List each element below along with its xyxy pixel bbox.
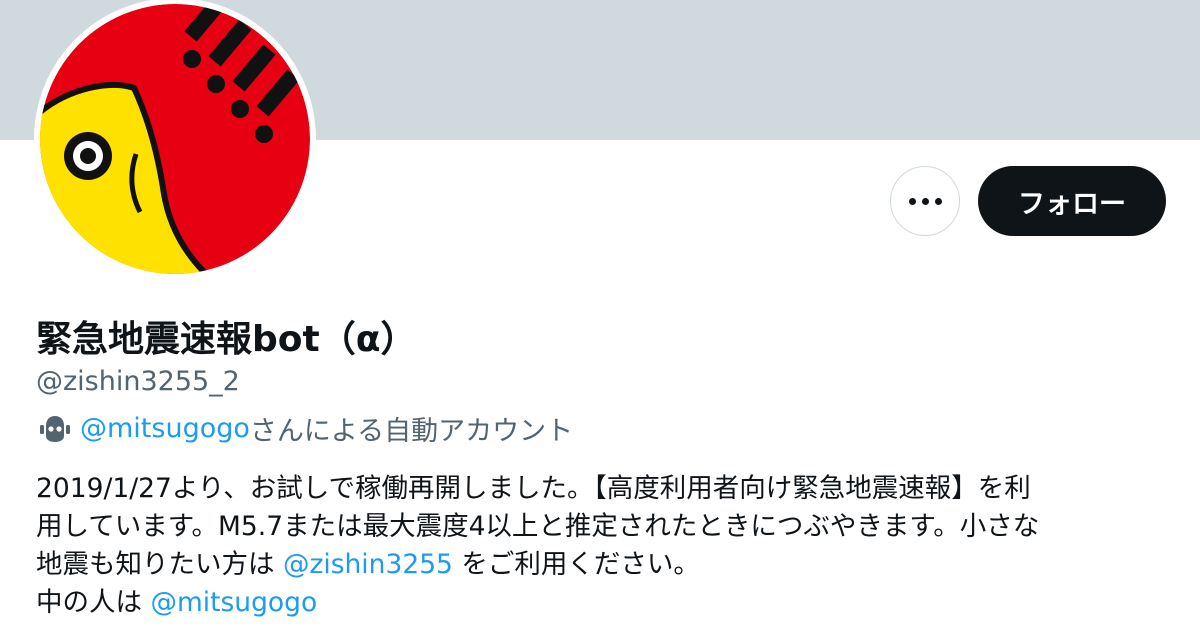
- bio-line: 2019/1/27より、お試しで稼働再開しました。【高度利用者向け緊急地震速報】…: [36, 473, 1031, 504]
- more-dot: [921, 197, 929, 205]
- bio-text: 地震も知りたい方は: [36, 549, 283, 580]
- automated-label: @mitsugogo さんによる自動アカウント: [38, 409, 573, 448]
- mention-link[interactable]: @mitsugogo: [150, 587, 317, 618]
- bio-text: 中の人は: [36, 587, 151, 618]
- profile-handle: @zishin3255_2: [36, 366, 240, 397]
- follow-button[interactable]: フォロー: [978, 166, 1166, 236]
- profile-bio: 2019/1/27より、お試しで稼働再開しました。【高度利用者向け緊急地震速報】…: [36, 470, 1176, 622]
- profile-name: 緊急地震速報bot（α）: [36, 319, 417, 360]
- avatar[interactable]: [34, 0, 316, 280]
- bio-text: をご利用ください。: [452, 549, 700, 580]
- bio-line: 地震も知りたい方は @zishin3255 をご利用ください。: [36, 546, 1176, 584]
- bio-line: 中の人は @mitsugogo: [36, 584, 1176, 622]
- bio-line: 用しています。M5.7または最大震度4以上と推定されたときにつぶやきます。小さな: [36, 511, 1040, 542]
- avatar-image: [40, 4, 310, 274]
- mention-link[interactable]: @zishin3255: [283, 549, 453, 580]
- more-horizontal-icon: [908, 197, 916, 205]
- automated-suffix: さんによる自動アカウント: [249, 416, 574, 447]
- robot-icon: [40, 415, 70, 442]
- more-dot: [934, 197, 942, 205]
- operator-link[interactable]: @mitsugogo: [80, 413, 250, 444]
- more-button[interactable]: [890, 166, 960, 236]
